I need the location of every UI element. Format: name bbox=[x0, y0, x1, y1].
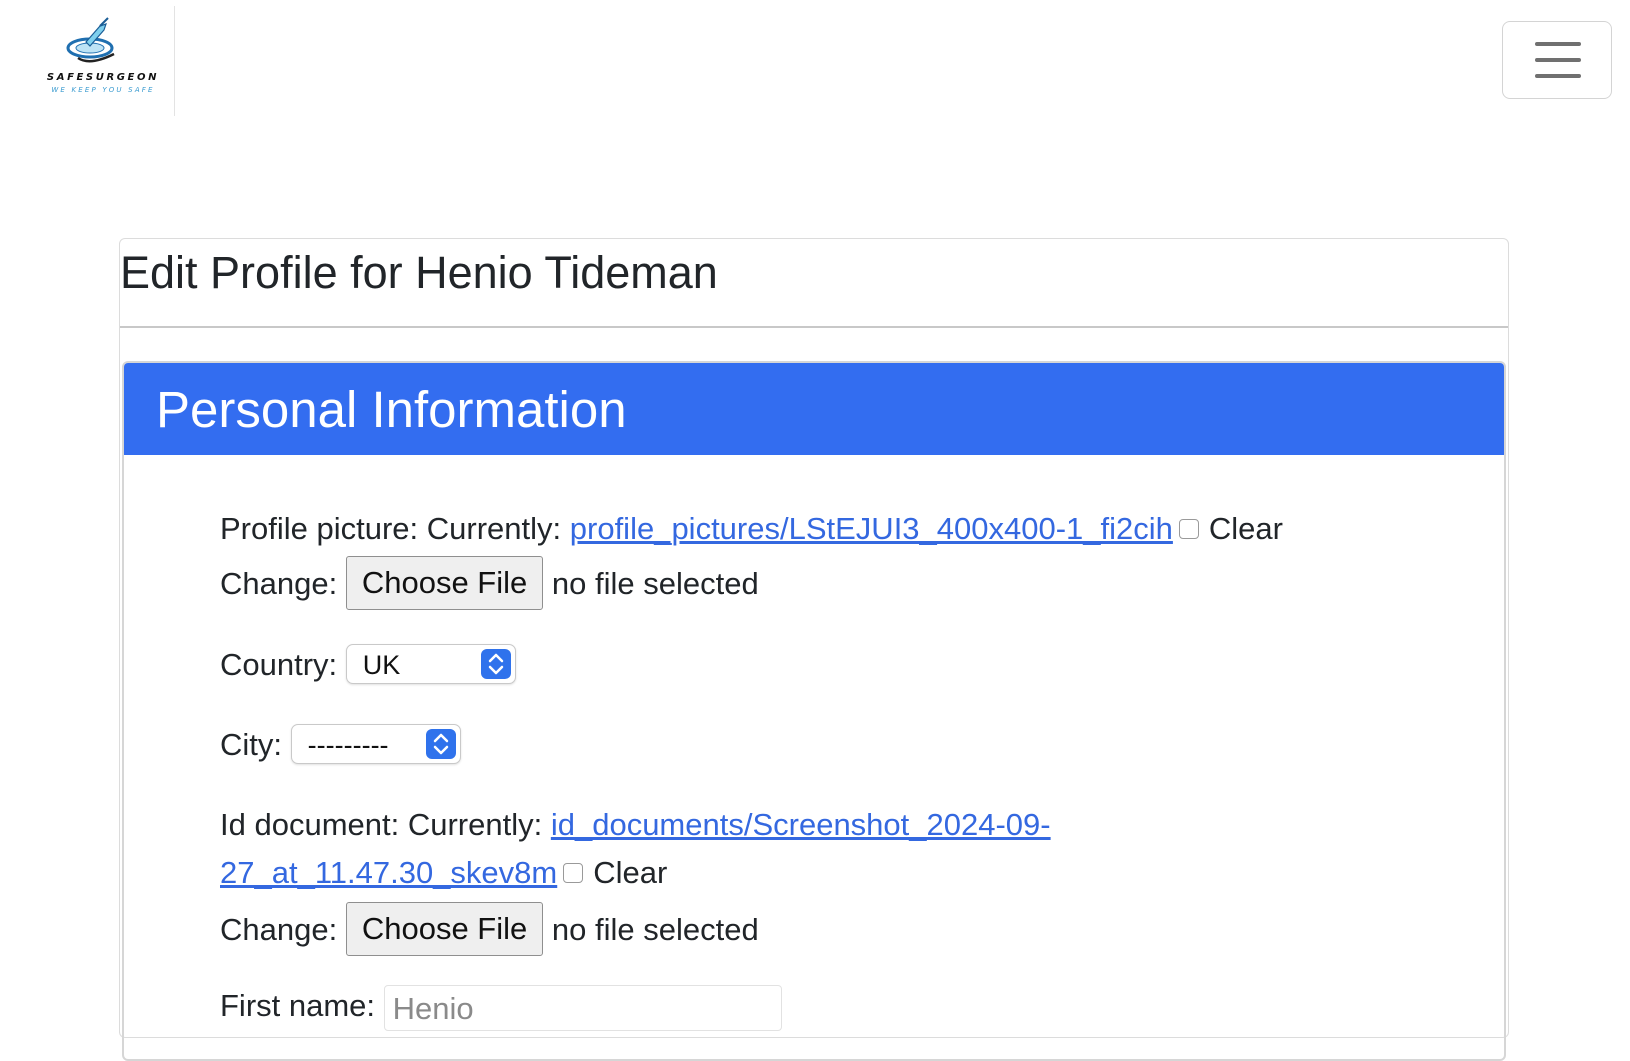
profile-picture-choose-file-button[interactable]: Choose File bbox=[345, 556, 544, 610]
currently-label: Currently: bbox=[426, 511, 562, 546]
id-document-link-line2[interactable]: 27_at_11.47.30_skev8m bbox=[220, 855, 557, 890]
city-value: --------- bbox=[307, 729, 389, 760]
chevron-up-down-icon bbox=[425, 728, 456, 759]
change-label: Change: bbox=[220, 566, 338, 602]
id-document-label: Id document: bbox=[220, 807, 400, 842]
page-title: Edit Profile for Henio Tideman bbox=[120, 247, 718, 298]
currently-label: Currently: bbox=[407, 807, 543, 842]
first-name-row: First name: Henio bbox=[220, 985, 782, 1031]
brand-logo[interactable]: SAFESURGEON WE KEEP YOU SAFE bbox=[28, 6, 175, 116]
country-value: UK bbox=[362, 649, 401, 680]
brand-tagline: WE KEEP YOU SAFE bbox=[51, 86, 155, 94]
country-row: Country: UK bbox=[220, 643, 516, 687]
id-document-current-row-2: 27_at_11.47.30_skev8m Clear bbox=[220, 853, 667, 893]
section-title: Personal Information bbox=[156, 381, 627, 438]
profile-picture-change-row: Change: Choose File no file selected bbox=[220, 556, 759, 613]
profile-card: Edit Profile for Henio Tideman Personal … bbox=[119, 238, 1509, 1061]
id-document-change-row: Change: Choose File no file selected bbox=[220, 902, 759, 959]
surgeon-logo-icon bbox=[66, 17, 115, 63]
id-document-current-row: Id document: Currently: id_documents/Scr… bbox=[220, 805, 1051, 845]
section-header: Personal Information bbox=[124, 363, 1504, 455]
id-document-link-line1[interactable]: id_documents/Screenshot_2024-09- bbox=[551, 807, 1051, 842]
city-row: City: --------- bbox=[220, 723, 461, 767]
navbar: SAFESURGEON WE KEEP YOU SAFE bbox=[0, 0, 1630, 116]
title-divider bbox=[120, 326, 1508, 328]
country-label: Country: bbox=[220, 647, 338, 682]
first-name-input[interactable]: Henio bbox=[383, 985, 782, 1031]
chevron-up-down-icon bbox=[480, 648, 511, 679]
profile-picture-file-status: no file selected bbox=[551, 566, 759, 602]
id-document-file-status: no file selected bbox=[551, 912, 759, 948]
change-label: Change: bbox=[220, 912, 338, 948]
profile-picture-link[interactable]: profile_pictures/LStEJUI3_400x400-1_fi2c… bbox=[570, 511, 1173, 546]
id-document-clear-label: Clear bbox=[593, 855, 668, 890]
country-select[interactable]: UK bbox=[345, 643, 516, 684]
profile-picture-clear-label: Clear bbox=[1208, 511, 1283, 546]
id-document-choose-file-button[interactable]: Choose File bbox=[345, 902, 544, 956]
personal-information-section: Personal Information Profile picture: Cu… bbox=[122, 361, 1506, 1061]
profile-picture-label: Profile picture: bbox=[220, 511, 419, 546]
navbar-toggle-button[interactable] bbox=[1502, 21, 1612, 99]
brand-name: SAFESURGEON bbox=[46, 72, 160, 83]
profile-picture-current-row: Profile picture: Currently: profile_pict… bbox=[220, 509, 1283, 549]
profile-picture-clear-checkbox[interactable] bbox=[1178, 518, 1199, 539]
city-label: City: bbox=[220, 727, 282, 762]
id-document-clear-checkbox[interactable] bbox=[563, 862, 584, 883]
city-select[interactable]: --------- bbox=[290, 723, 461, 764]
